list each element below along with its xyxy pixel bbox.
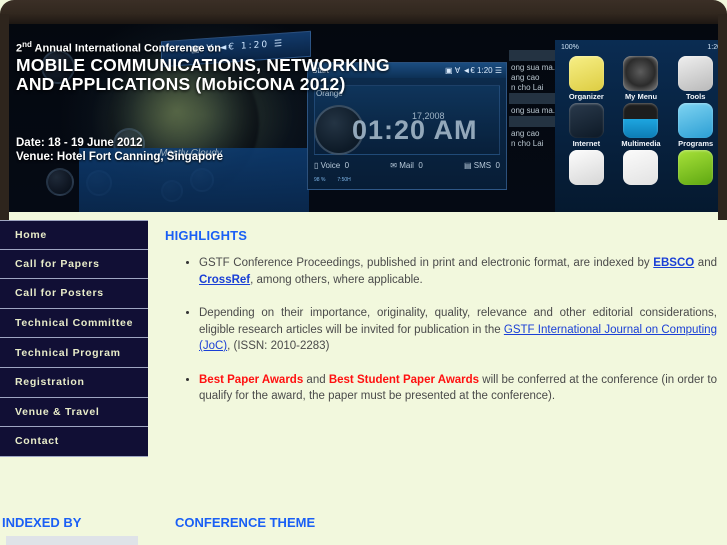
highlight-text: , (ISSN: 2010-2283) (227, 340, 330, 352)
sidebar-item-home[interactable]: Home (0, 220, 148, 250)
highlight-text: GSTF Conference Proceedings, published i… (199, 257, 654, 269)
pda-counter-voice: ▯ Voice 0 (314, 161, 350, 170)
ebsco-link[interactable]: EBSCO (653, 257, 694, 269)
app-label: Internet (572, 139, 601, 148)
app-tile-cards (616, 150, 667, 185)
page-root: ▣ ∀ ◄€ 1:20 ☰ Mostly Cloudy Start ▣ ∀ ◄€… (0, 0, 727, 545)
indexed-by-heading: INDEXED BY (2, 514, 82, 530)
highlight-item-awards: Best Paper Awards and Best Student Paper… (199, 372, 717, 405)
to-phone-icon (568, 150, 604, 185)
sidebar-item-technical-committee[interactable]: Technical Committee (0, 308, 148, 339)
app-tile-multimedia: Multimedia (616, 103, 667, 148)
cards-icon (623, 150, 659, 185)
main-content: HIGHLIGHTS GSTF Conference Proceedings, … (165, 228, 717, 422)
best-paper-award-label: Best Paper Awards (199, 373, 304, 386)
tools-icon (678, 56, 714, 91)
pda-bar-left: 98 % (314, 177, 326, 183)
organizer-icon (568, 56, 604, 91)
banner-pre-title: 2nd Annual International Conference on (16, 40, 221, 55)
window-frame-right (718, 14, 727, 220)
app-label: Tools (685, 92, 706, 101)
sidebar-nav: Home Call for Papers Call for Posters Te… (0, 220, 148, 457)
highlights-heading: HIGHLIGHTS (165, 228, 248, 243)
app-label: Organizer (568, 92, 604, 101)
pda-bar-right: 7:50H (337, 177, 351, 183)
sidebar-item-call-for-papers[interactable]: Call for Papers (0, 249, 148, 280)
highlight-text: , among others, where applicable. (250, 273, 423, 286)
app-label: Programs (678, 139, 714, 148)
sidebar-item-venue-travel[interactable]: Venue & Travel (0, 397, 148, 428)
app-tile-programs: Programs (670, 103, 718, 148)
app-tile-chip (670, 150, 718, 185)
phone-app-grid: 100% 1:20 Organizer My Menu Tools (555, 40, 718, 212)
app-tile-my-menu: My Menu (616, 56, 667, 101)
pda-counter-sms: ▤ SMS 0 (463, 161, 500, 170)
app-tile-organizer: Organizer (561, 56, 612, 101)
battery-indicator: 100% (561, 44, 579, 51)
sidebar-item-call-for-posters[interactable]: Call for Posters (0, 279, 148, 309)
programs-icon (678, 103, 714, 138)
clock-indicator: 1:20 (707, 44, 718, 51)
app-tile-internet: Internet (561, 103, 612, 148)
banner-meta-block: Date: 18 - 19 June 2012 Venue: Hotel For… (16, 136, 223, 164)
pda-progress-bars: 98 % 7:50H (314, 177, 500, 189)
banner-venue: Venue: Hotel Fort Canning, Singapore (16, 151, 224, 163)
best-student-paper-award-label: Best Student Paper Awards (328, 373, 480, 386)
internet-icon (568, 103, 604, 138)
sidebar-item-technical-program[interactable]: Technical Program (0, 338, 148, 368)
pda-time-label: 01:20 AM (352, 115, 478, 145)
crossref-link[interactable]: CrossRef (199, 274, 250, 286)
multimedia-icon (623, 103, 659, 138)
app-tile-tools: Tools (670, 56, 718, 101)
banner-title-block: 2nd Annual International Conference on M… (16, 40, 390, 94)
indexed-by-logo-placeholder (6, 536, 138, 545)
sidebar-item-contact[interactable]: Contact (0, 427, 148, 457)
window-frame-top (0, 0, 727, 24)
highlight-item-proceedings: GSTF Conference Proceedings, published i… (199, 255, 717, 288)
pda-status-icons: ▣ ∀ ◄€ 1:20 ☰ (444, 66, 502, 75)
banner-title-line-2: AND APPLICATIONS (MobiCONA 2012) (16, 73, 346, 94)
sidebar-item-registration[interactable]: Registration (0, 367, 148, 398)
pda-counter-mail: ✉ Mail 0 (390, 161, 423, 170)
chip-icon (678, 150, 714, 185)
app-icon-grid: Organizer My Menu Tools Internet Multime… (561, 56, 718, 185)
app-label: My Menu (624, 92, 658, 101)
phone-statusbar: 100% 1:20 (561, 44, 718, 51)
highlight-text: and (694, 257, 717, 269)
app-tile-to-phone (561, 150, 612, 185)
banner-ring-icon (46, 168, 74, 196)
my-menu-icon (623, 56, 659, 91)
banner-date: Date: 18 - 19 June 2012 (16, 137, 143, 149)
conference-theme-heading: CONFERENCE THEME (175, 514, 316, 530)
pda-counter-row: ▯ Voice 0 ✉ Mail 0 ▤ SMS 0 (314, 161, 500, 170)
highlight-item-journal: Depending on their importance, originali… (199, 305, 717, 355)
banner-title-line-1: MOBILE COMMUNICATIONS, NETWORKING (16, 54, 390, 75)
highlights-list: GSTF Conference Proceedings, published i… (165, 255, 717, 405)
window-frame-left (0, 14, 9, 220)
highlight-text: and (303, 373, 329, 386)
app-label: Multimedia (621, 139, 661, 148)
